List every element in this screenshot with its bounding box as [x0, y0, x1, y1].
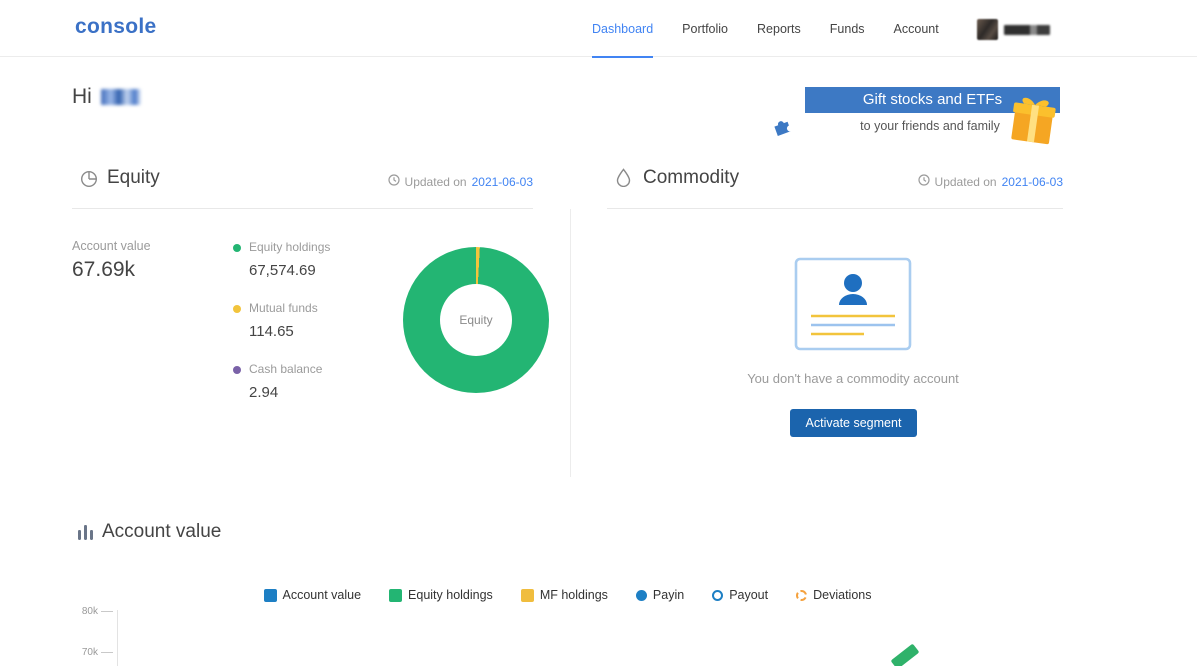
commodity-updated-date[interactable]: 2021-06-03: [1002, 175, 1063, 189]
legend-equity-holdings[interactable]: Equity holdings 67,574.69: [233, 240, 330, 279]
activate-segment-button[interactable]: Activate segment: [790, 409, 917, 437]
chart-legend: Account value Equity holdings MF holding…: [72, 588, 1063, 602]
chart-legend-payin[interactable]: Payin: [635, 588, 684, 602]
account-value-section-title: Account value: [102, 521, 222, 542]
puzzle-icon: [770, 115, 794, 144]
equity-updated: Updated on 2021-06-03: [387, 174, 533, 189]
y-tick-mark: [101, 652, 113, 653]
clock-icon: [387, 174, 400, 189]
green-dot-icon: [233, 244, 241, 252]
donut-center-label: Equity: [459, 313, 493, 327]
commodity-empty-text: You don't have a commodity account: [747, 371, 959, 386]
chart-legend-equity-holdings[interactable]: Equity holdings: [389, 588, 493, 602]
console-dashboard-page: console Dashboard Portfolio Reports Fund…: [0, 0, 1197, 666]
y-tick-70k: 70k: [81, 647, 98, 658]
column-divider: [570, 209, 571, 477]
nav-dashboard[interactable]: Dashboard: [592, 0, 654, 58]
header: console Dashboard Portfolio Reports Fund…: [0, 0, 1197, 58]
green-square-icon: [389, 588, 403, 602]
chart-legend-deviations[interactable]: Deviations: [796, 588, 871, 602]
equity-divider: [72, 208, 533, 209]
dashed-circle-icon: [796, 589, 808, 601]
chart-legend-mf-holdings[interactable]: MF holdings: [520, 588, 608, 602]
bar-chart-icon: [77, 524, 94, 545]
greeting-name-redacted: [100, 89, 141, 105]
blue-square-icon: [263, 588, 277, 602]
filled-circle-icon: [635, 589, 647, 601]
user-name-redacted[interactable]: [1004, 25, 1050, 35]
chart-legend-payout[interactable]: Payout: [712, 588, 768, 602]
equity-updated-label: Updated on: [404, 174, 467, 189]
nav-account[interactable]: Account: [894, 0, 939, 58]
account-value: 67.69k: [72, 258, 136, 281]
pie-chart-icon: [80, 170, 98, 193]
equity-donut-chart[interactable]: Equity: [403, 247, 549, 393]
legend-mutual-funds[interactable]: Mutual funds 114.65: [233, 301, 318, 340]
commodity-section-title: Commodity: [643, 167, 740, 188]
nav-funds[interactable]: Funds: [830, 0, 865, 58]
yellow-square-icon: [520, 588, 534, 602]
chart-legend-account-value[interactable]: Account value: [263, 588, 361, 602]
account-value-label: Account value: [72, 239, 151, 253]
greeting-text: Hi: [72, 85, 92, 108]
commodity-updated: Updated on 2021-06-03: [917, 174, 1063, 189]
yellow-dot-icon: [233, 305, 241, 313]
nav-reports[interactable]: Reports: [757, 0, 801, 58]
greeting: Hi: [72, 85, 141, 109]
legend-cash-balance[interactable]: Cash balance 2.94: [233, 362, 322, 401]
gift-icon: [1006, 92, 1060, 153]
clock-icon: [917, 174, 930, 189]
y-tick-mark: [101, 611, 113, 612]
commodity-updated-label: Updated on: [934, 174, 997, 189]
commodity-divider: [607, 208, 1063, 209]
partial-green-chart-element: [890, 643, 920, 666]
outline-circle-icon: [712, 589, 724, 601]
equity-updated-date[interactable]: 2021-06-03: [472, 175, 533, 189]
user-avatar[interactable]: [977, 19, 998, 40]
y-tick-80k: 80k: [81, 606, 98, 617]
id-card-illustration: [794, 257, 912, 356]
nav-portfolio[interactable]: Portfolio: [682, 0, 728, 58]
donut-hole: Equity: [440, 284, 512, 356]
droplet-icon: [616, 168, 631, 192]
equity-section-title: Equity: [107, 167, 160, 188]
main-nav: Dashboard Portfolio Reports Funds Accoun…: [592, 0, 939, 58]
console-logo[interactable]: console: [75, 15, 156, 39]
chart-y-axis: [117, 610, 118, 666]
purple-dot-icon: [233, 366, 241, 374]
